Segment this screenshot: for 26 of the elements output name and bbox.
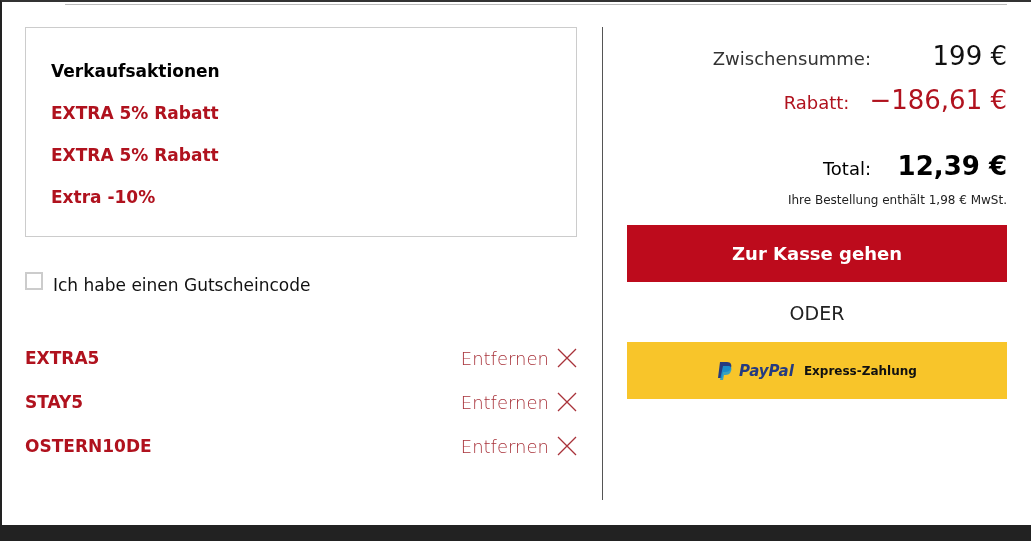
close-icon[interactable] [557,436,577,456]
voucher-checkbox[interactable] [25,272,43,290]
close-icon[interactable] [557,348,577,368]
coupon-code: STAY5 [25,392,84,412]
total-value: 12,39 € [896,151,1007,181]
discount-value: −186,61 € [869,85,1007,115]
coupon-code: EXTRA5 [25,348,100,368]
close-icon[interactable] [557,392,577,412]
remove-link[interactable]: Entfernen [460,435,577,457]
checkout-button[interactable]: Zur Kasse gehen [627,225,1007,282]
paypal-button[interactable]: PayPal Express-Zahlung [627,342,1007,399]
total-label: Total: [822,158,871,179]
vat-note: Ihre Bestellung enthält 1,98 € MwSt. [786,193,1007,207]
paypal-icon [717,361,734,380]
coupon-code: OSTERN10DE [25,436,152,456]
promotion-item: EXTRA 5% Rabatt [51,103,220,123]
promotion-item: EXTRA 5% Rabatt [51,145,220,165]
remove-link[interactable]: Entfernen [460,347,577,369]
voucher-label[interactable]: Ich habe einen Gutscheincode [53,275,311,295]
promotion-item: Extra -10% [51,187,157,207]
promotions-title: Verkaufsaktionen [51,61,221,81]
discount-label: Rabatt: [783,92,850,113]
remove-link[interactable]: Entfernen [460,391,577,413]
or-label: ODER [789,302,845,324]
subtotal-label: Zwischensumme: [712,48,871,69]
subtotal-value: 199 € [931,41,1007,71]
